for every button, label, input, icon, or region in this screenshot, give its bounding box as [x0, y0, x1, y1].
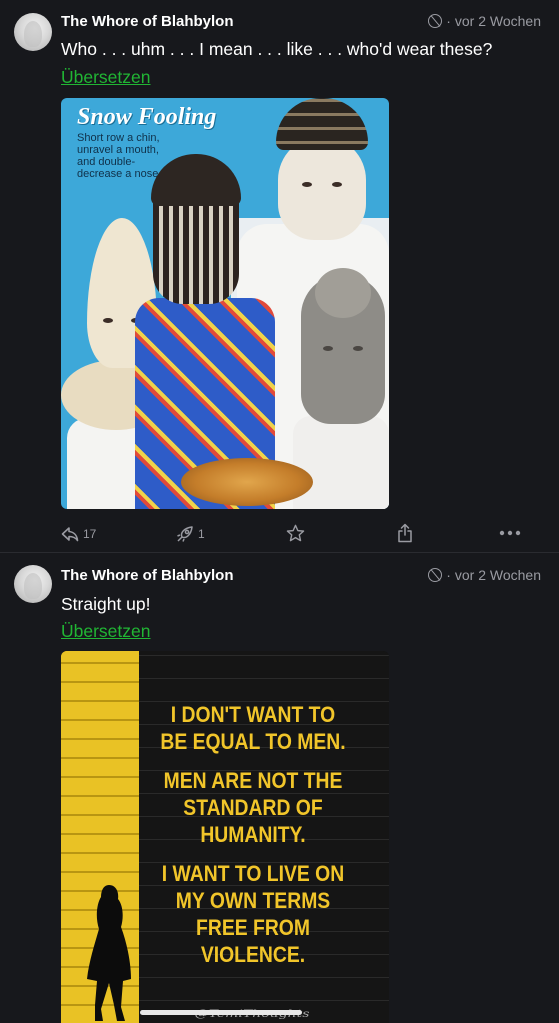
separator: ·	[446, 13, 451, 29]
pie	[181, 458, 313, 506]
globe-icon	[428, 14, 443, 28]
figure-cap	[276, 98, 368, 150]
woman-silhouette	[87, 885, 131, 1021]
post-image[interactable]: Snow Fooling Short row a chin, unravel a…	[61, 98, 389, 509]
image-text-line: MEN ARE NOT THE STANDARD OF HUMANITY.	[163, 768, 343, 847]
more-button[interactable]	[499, 530, 521, 536]
author-name[interactable]: The Whore of Blahbylon	[61, 13, 234, 30]
avatar[interactable]	[14, 13, 52, 51]
post-meta: · vor 2 Wochen	[428, 567, 541, 583]
post-actions: 17 1	[0, 520, 559, 548]
separator: ·	[446, 567, 451, 583]
reply-count: 17	[83, 527, 97, 541]
globe-icon	[428, 568, 443, 582]
post-text: Straight up!	[61, 594, 151, 614]
boost-button[interactable]: 1	[176, 525, 205, 543]
post-time[interactable]: vor 2 Wochen	[455, 567, 541, 583]
reply-icon	[61, 527, 79, 542]
post-text: Who . . . uhm . . . I mean . . . like . …	[61, 39, 493, 59]
favourite-button[interactable]	[286, 524, 305, 542]
image-title: Snow Fooling	[77, 104, 217, 130]
figure-body	[293, 416, 389, 509]
post-1[interactable]: The Whore of Blahbylon · vor 2 Wochen Wh…	[0, 0, 559, 553]
image-text-line: I DON'T WANT TO BE EQUAL TO MEN.	[160, 702, 346, 754]
share-button[interactable]	[397, 523, 413, 543]
translate-link[interactable]: Übersetzen	[61, 67, 151, 88]
image-text-line: I WANT TO LIVE ON MY OWN TERMS FREE FROM…	[161, 861, 345, 967]
reply-button[interactable]: 17	[61, 526, 96, 542]
translate-link[interactable]: Übersetzen	[61, 621, 151, 642]
boost-count: 1	[198, 527, 205, 541]
home-indicator[interactable]	[140, 1010, 302, 1015]
share-icon	[398, 523, 412, 543]
post-image[interactable]: I DON'T WANT TO BE EQUAL TO MEN. MEN ARE…	[61, 651, 389, 1023]
boost-icon	[177, 526, 193, 542]
author-name[interactable]: The Whore of Blahbylon	[61, 567, 234, 584]
avatar[interactable]	[14, 565, 52, 603]
star-icon	[286, 524, 305, 542]
figure-mask	[278, 136, 366, 240]
post-time[interactable]: vor 2 Wochen	[455, 13, 541, 29]
more-icon	[499, 530, 521, 536]
post-2[interactable]: The Whore of Blahbylon · vor 2 Wochen St…	[0, 554, 559, 1023]
image-text: I DON'T WANT TO BE EQUAL TO MEN. MEN ARE…	[158, 701, 347, 980]
post-meta: · vor 2 Wochen	[428, 13, 541, 29]
figure-pompom	[315, 268, 371, 318]
